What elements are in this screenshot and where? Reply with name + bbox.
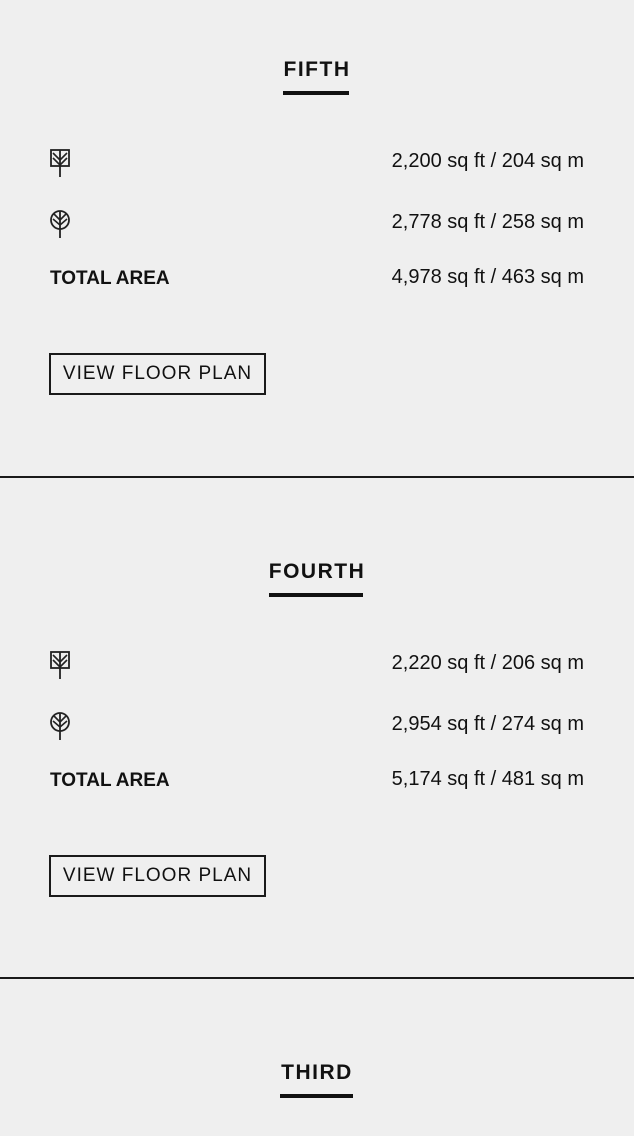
view-floor-plan-button[interactable]: VIEW FLOOR PLAN [49, 353, 266, 395]
floor-section-fourth: FOURTH 2,220 sq ft / 206 sq m 2,954 sq f… [0, 502, 634, 979]
interior-area-row: 2,220 sq ft / 206 sq m [50, 650, 584, 680]
interior-area-row: 2,200 sq ft / 204 sq m [50, 148, 584, 178]
floor-section-third: THIRD [0, 1003, 634, 1136]
view-floor-plan-button[interactable]: VIEW FLOOR PLAN [49, 855, 266, 897]
total-area-label: TOTAL AREA [50, 770, 170, 791]
total-area-label: TOTAL AREA [50, 268, 170, 289]
interior-area-value: 2,220 sq ft / 206 sq m [391, 652, 584, 674]
round-leaf-icon [50, 209, 70, 239]
total-area-value: 4,978 sq ft / 463 sq m [391, 266, 584, 288]
floor-title: THIRD [281, 1061, 353, 1084]
title-underline [280, 1094, 353, 1098]
title-underline [283, 91, 349, 95]
exterior-area-value: 2,954 sq ft / 274 sq m [391, 713, 584, 735]
square-leaf-icon [50, 148, 70, 178]
total-area-value: 5,174 sq ft / 481 sq m [391, 768, 584, 790]
total-area-row: TOTAL AREA 4,978 sq ft / 463 sq m [50, 264, 584, 294]
exterior-area-row: 2,778 sq ft / 258 sq m [50, 209, 584, 239]
square-leaf-icon [50, 650, 70, 680]
floor-title: FIFTH [283, 58, 351, 81]
section-divider [0, 977, 634, 979]
interior-area-value: 2,200 sq ft / 204 sq m [391, 150, 584, 172]
exterior-area-row: 2,954 sq ft / 274 sq m [50, 711, 584, 741]
floor-title: FOURTH [268, 560, 366, 583]
title-underline [269, 593, 363, 597]
exterior-area-value: 2,778 sq ft / 258 sq m [391, 211, 584, 233]
floor-section-fifth: FIFTH 2,200 sq ft / 204 sq m 2,778 sq ft… [0, 0, 634, 477]
round-leaf-icon [50, 711, 70, 741]
section-divider [0, 476, 634, 478]
total-area-row: TOTAL AREA 5,174 sq ft / 481 sq m [50, 766, 584, 796]
